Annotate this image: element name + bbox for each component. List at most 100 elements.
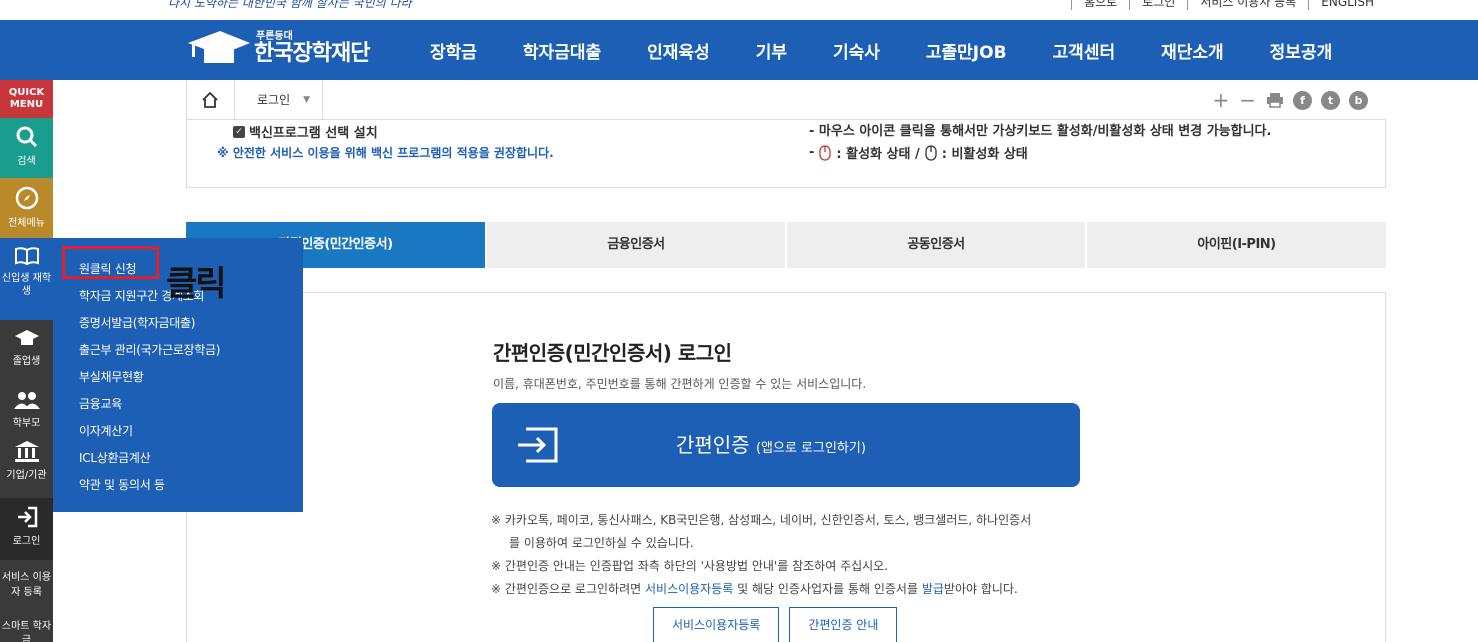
service-register-button[interactable]: 서비스이용자등록 — [653, 607, 780, 642]
submenu-icl-calc[interactable]: ICL상환금계산 — [79, 449, 151, 466]
submenu-finance-edu[interactable]: 금융교육 — [79, 395, 122, 412]
zoom-out-icon[interactable]: − — [1239, 90, 1256, 110]
note-register-text-b: 및 해당 인증사업자를 통해 인증서를 — [733, 582, 922, 596]
note-register-text-a: ※ 간편인증으로 로그인하려면 — [491, 582, 645, 596]
quick-smart-aid[interactable]: 스마트 학자금 — [0, 614, 53, 642]
util-link-english[interactable]: ENGLISH — [1308, 0, 1386, 10]
quick-all-menu-label: 전체메뉴 — [8, 218, 45, 229]
top-utility-bar: 다시 도약하는 대한민국 함께 잘사는 국민의 나라 홈으로 로그인 서비스 이… — [0, 0, 1478, 20]
login-arrow-icon — [518, 427, 558, 463]
util-link-register[interactable]: 서비스 이용자 등록 — [1187, 0, 1308, 10]
home-icon — [202, 91, 218, 108]
breadcrumb-bar: 로그인 ▼ + − f t b — [186, 80, 1386, 120]
institution-icon — [14, 441, 39, 462]
quick-service-register-label: 서비스 이용자 등록 — [1, 572, 52, 598]
breadcrumb-current[interactable]: 로그인 ▼ — [235, 80, 323, 120]
menu-customer-center[interactable]: 고객센터 — [1053, 38, 1116, 63]
note-register: ※ 간편인증으로 로그인하려면 서비스이용자등록 및 해당 인증사업자를 통해 … — [491, 578, 1091, 601]
quick-graduates[interactable]: 졸업생 — [0, 320, 53, 382]
submenu-terms[interactable]: 약관 및 동의서 등 — [79, 476, 165, 493]
register-link[interactable]: 서비스이용자등록 — [645, 582, 733, 596]
people-icon — [13, 392, 40, 409]
status-inactive-label: : 비활성화 상태 — [941, 147, 1028, 162]
submenu-attendance[interactable]: 출근부 관리(국가근로장학금) — [79, 341, 220, 358]
quick-corporations-label: 기업/기관 — [6, 470, 47, 481]
panel-title: 간편인증(민간인증서) 로그인 — [493, 341, 732, 365]
quick-smart-aid-label: 스마트 학자금 — [1, 621, 52, 642]
facebook-icon[interactable]: f — [1293, 90, 1312, 110]
slogan: 다시 도약하는 대한민국 함께 잘사는 국민의 나라 — [168, 0, 412, 10]
quick-search-label: 검색 — [17, 156, 36, 167]
submenu-interest-calc[interactable]: 이자계산기 — [79, 422, 133, 439]
quick-parents-label: 학부모 — [12, 418, 41, 429]
menu-dormitory[interactable]: 기숙사 — [833, 38, 880, 63]
tab-ipin[interactable]: 아이핀(I-PIN) — [1087, 222, 1386, 268]
tab-financial-cert[interactable]: 금융인증서 — [487, 222, 785, 268]
logo-main-text: 한국장학재단 — [254, 41, 370, 66]
util-link-home[interactable]: 홈으로 — [1071, 0, 1129, 10]
utility-links: 홈으로 로그인 서비스 이용자 등록 ENGLISH — [1071, 0, 1386, 10]
virtual-keyboard-note: - 마우스 아이콘 클릭을 통해서만 가상키보드 활성화/비활성화 상태 변경 … — [809, 124, 1272, 139]
quick-login-label: 로그인 — [12, 536, 41, 547]
login-panel: 간편인증(민간인증서) 로그인 이름, 휴대폰번호, 주민번호를 통해 간편하게… — [186, 292, 1386, 642]
click-annotation: 클릭 — [166, 264, 227, 304]
virtual-keyboard-status: - : 활성화 상태 / : 비활성화 상태 — [809, 143, 1028, 162]
twitter-icon[interactable]: t — [1321, 90, 1340, 110]
simple-auth-guide-button[interactable]: 간편인증 안내 — [789, 607, 898, 642]
main-menu: 장학금 학자금대출 인재육성 기부 기숙사 고졸만JOB 고객센터 재단소개 정… — [400, 20, 1332, 80]
quick-search[interactable]: 검색 — [0, 118, 53, 178]
quick-login[interactable]: 로그인 — [0, 498, 53, 560]
login-method-tabs: 간편인증(민간인증서) 금융인증서 공동인증서 아이핀(I-PIN) — [186, 222, 1386, 268]
menu-about[interactable]: 재단소개 — [1161, 38, 1224, 63]
breadcrumb-label: 로그인 — [257, 93, 291, 107]
vaccine-notice: ※ 안전한 서비스 이용을 위해 백신 프로그램의 적용을 권장합니다. — [217, 146, 554, 160]
panel-subtitle: 이름, 휴대폰번호, 주민번호를 통해 간편하게 인증할 수 있는 서비스입니다… — [493, 377, 867, 391]
book-icon — [14, 247, 39, 266]
compass-icon — [15, 186, 38, 210]
blog-icon[interactable]: b — [1349, 90, 1368, 110]
tab-joint-cert[interactable]: 공동인증서 — [787, 222, 1085, 268]
auth-notes: ※ 카카오톡, 페이코, 통신사패스, KB국민은행, 삼성패스, 네이버, 신… — [491, 509, 1091, 601]
graduation-cap-logo-icon — [188, 30, 250, 63]
quick-all-menu[interactable]: 전체메뉴 — [0, 178, 53, 238]
quick-graduates-label: 졸업생 — [12, 356, 41, 367]
global-nav: 푸른등대 한국장학재단 장학금 학자금대출 인재육성 기부 기숙사 고졸만JOB… — [0, 20, 1478, 80]
quick-menu-title: QUICK MENU — [0, 80, 53, 118]
status-active-label: : 활성화 상태 / — [836, 147, 920, 162]
graduation-cap-icon — [14, 330, 39, 345]
menu-student-loan[interactable]: 학자금대출 — [523, 38, 601, 63]
issue-link[interactable]: 발급 — [922, 582, 944, 596]
caret-down-icon: ▼ — [303, 95, 310, 105]
page-tools: + − f t b — [1202, 90, 1368, 110]
util-link-login[interactable]: 로그인 — [1129, 0, 1187, 10]
logo-small-text: 푸른등대 — [256, 31, 293, 42]
quick-parents[interactable]: 학부모 — [0, 382, 53, 432]
quick-new-students[interactable]: 신입생 재학생 — [0, 238, 53, 320]
quick-menu: QUICK MENU 검색 전체메뉴 신입생 재학생 졸업생 학부모 기업/기관… — [0, 80, 53, 642]
quick-corporations[interactable]: 기업/기관 — [0, 432, 53, 498]
home-button[interactable] — [187, 80, 235, 120]
menu-highschool-job[interactable]: 고졸만JOB — [926, 38, 1007, 63]
note-providers: ※ 카카오톡, 페이코, 통신사패스, KB국민은행, 삼성패스, 네이버, 신… — [491, 513, 1032, 527]
search-icon — [16, 126, 37, 148]
menu-talent[interactable]: 인재육성 — [647, 38, 710, 63]
submenu-bad-debt[interactable]: 부실채무현황 — [79, 368, 144, 385]
quick-service-register[interactable]: 서비스 이용자 등록 — [0, 560, 53, 614]
submenu-certificate[interactable]: 증명서발급(학자금대출) — [79, 314, 195, 331]
vaccine-install-label: 백신프로그램 선택 설치 — [249, 126, 378, 141]
note-providers-cont: 를 이용하여 로그인하실 수 있습니다. — [509, 536, 694, 550]
vaccine-install-option[interactable]: ✓ 백신프로그램 선택 설치 — [233, 122, 378, 141]
note-register-text-c: 받아야 합니다. — [943, 582, 1018, 596]
simple-auth-login-button[interactable]: 간편인증 (앱으로 로그인하기) — [492, 403, 1080, 487]
zoom-in-icon[interactable]: + — [1212, 90, 1229, 110]
menu-donation[interactable]: 기부 — [756, 38, 787, 63]
quick-new-students-label: 신입생 재학생 — [1, 273, 52, 297]
menu-disclosure[interactable]: 정보공개 — [1270, 38, 1333, 63]
simple-auth-label: 간편인증 — [676, 433, 750, 457]
menu-scholarship[interactable]: 장학금 — [430, 38, 477, 63]
mouse-active-icon — [819, 144, 832, 161]
simple-auth-sublabel: (앱으로 로그인하기) — [755, 441, 866, 456]
print-icon[interactable] — [1266, 92, 1284, 108]
checkbox-checked-icon[interactable]: ✓ — [233, 125, 245, 138]
site-logo[interactable]: 푸른등대 한국장학재단 — [186, 27, 370, 66]
